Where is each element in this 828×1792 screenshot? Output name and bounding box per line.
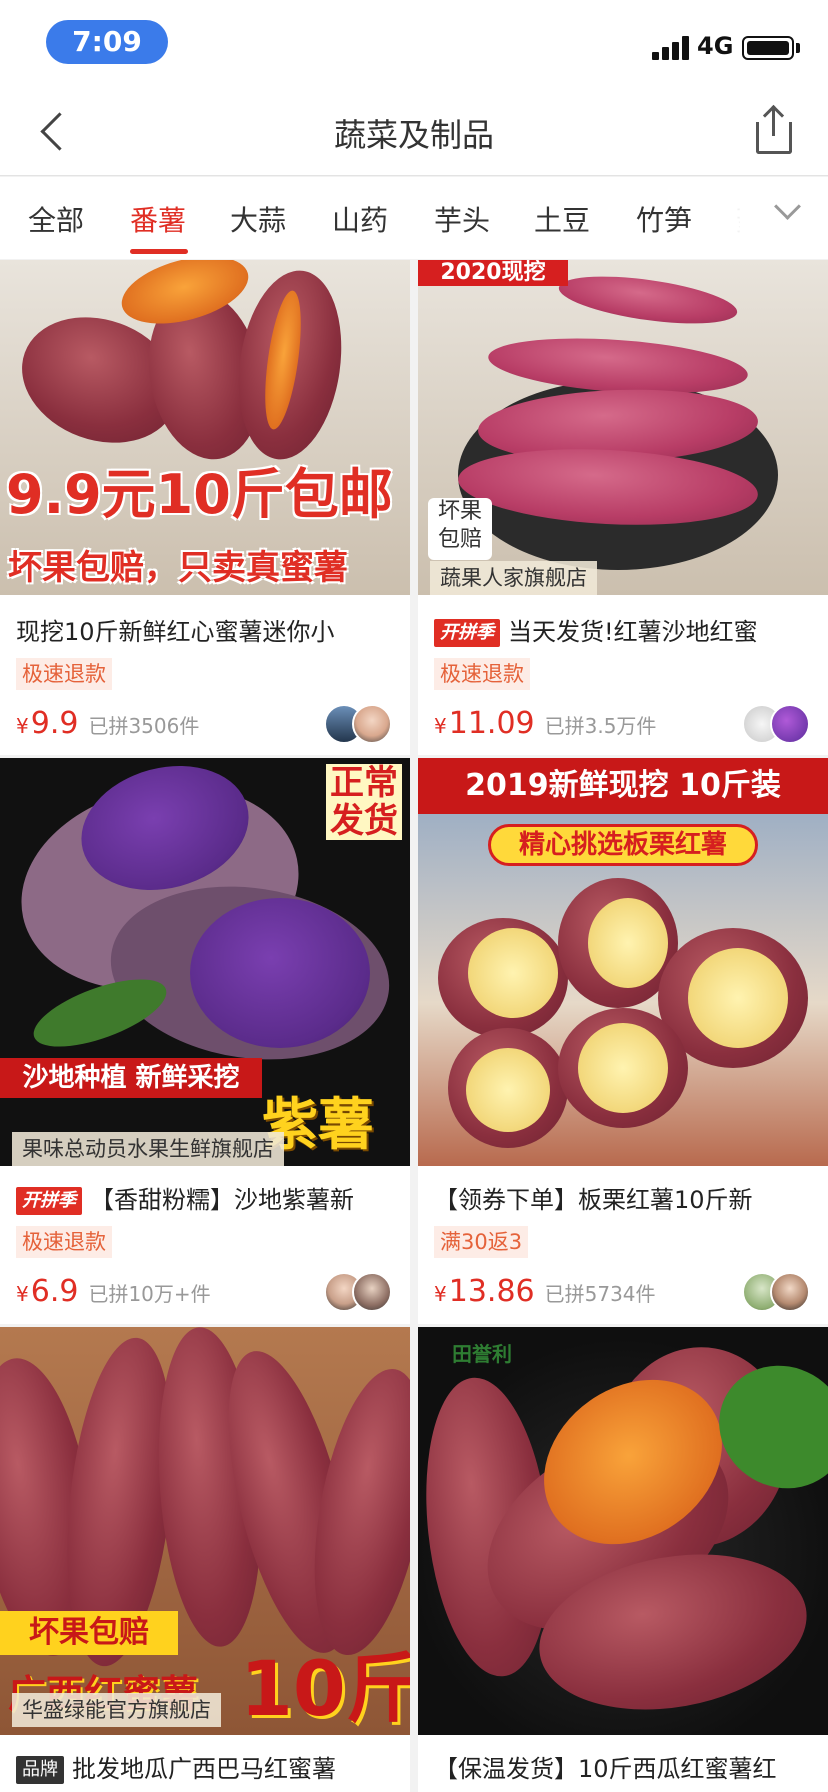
tab-all[interactable]: 全部 [28, 199, 84, 239]
tab-taro[interactable]: 芋头 [434, 199, 490, 239]
signal-icon [652, 36, 690, 60]
avatar [770, 1272, 810, 1312]
price: ¥13.86 [434, 1274, 535, 1309]
product-card[interactable]: 9.9元10斤包邮 坏果包赔，只卖真蜜薯 现挖10斤新鲜红心蜜薯迷你小 极速退款… [0, 260, 410, 755]
guarantee-chip: 坏果 包赔 [428, 498, 492, 560]
buyer-avatars [742, 704, 812, 744]
sold-count: 已拼5734件 [544, 1282, 656, 1306]
promo-tag: 极速退款 [16, 1226, 112, 1258]
product-image[interactable]: 2019新鲜现挖 10斤装 精心挑选板栗红薯 [418, 758, 828, 1166]
image-banner: 2020现挖 [418, 260, 568, 286]
price: ¥9.9 [16, 706, 79, 741]
product-card[interactable]: 2019新鲜现挖 10斤装 精心挑选板栗红薯 【领券下单】板栗红薯10斤新 满3… [418, 758, 828, 1324]
status-bar: 7:09 4G [0, 0, 828, 88]
price: ¥6.9 [16, 1274, 79, 1309]
buyer-avatars [324, 1272, 394, 1312]
brand-badge: 品牌 [16, 1756, 64, 1784]
buyer-avatars [742, 1272, 812, 1312]
tab-potato[interactable]: 土豆 [534, 199, 590, 239]
tab-garlic[interactable]: 大蒜 [230, 199, 286, 239]
tab-sweet-potato[interactable]: 番薯 [130, 199, 186, 239]
battery-tip [796, 43, 800, 53]
category-tabs: 全部 番薯 大蒜 山药 芋头 土豆 竹笋 菱 [0, 177, 828, 259]
avatar [352, 704, 392, 744]
pin-season-badge: 开拼季 [434, 619, 500, 647]
image-banner: 2019新鲜现挖 10斤装 [418, 758, 828, 814]
shop-tag: 华盛绿能官方旗舰店 [12, 1693, 221, 1727]
sold-count: 已拼3506件 [88, 714, 200, 738]
product-title[interactable]: 开拼季 【香甜粉糯】沙地紫薯新 [16, 1180, 406, 1215]
image-subline: 坏果包赔，只卖真蜜薯 [8, 548, 348, 588]
share-icon[interactable] [752, 106, 796, 158]
product-title[interactable]: 开拼季 当天发货!红薯沙地红蜜 [434, 612, 824, 647]
price: ¥11.09 [434, 706, 535, 741]
sold-count: 已拼3.5万件 [544, 714, 657, 738]
image-subline: 精心挑选板栗红薯 [488, 824, 758, 866]
battery-icon [742, 36, 794, 60]
product-image[interactable]: 2020现挖 坏果 包赔 蔬果人家旗舰店 [418, 260, 828, 595]
image-headline: 9.9元10斤包邮 [6, 463, 393, 526]
nav-bar: 蔬菜及制品 [0, 88, 828, 176]
product-card[interactable]: 正常 发货 沙地种植 新鲜采挖 紫薯 果味总动员水果生鲜旗舰店 开拼季 【香甜粉糯】… [0, 758, 410, 1324]
product-card[interactable]: 田誉利 【保温发货】10斤西瓜红蜜薯红 [418, 1327, 828, 1792]
product-card[interactable]: 坏果包赔 广西红蜜薯 10斤 华盛绿能官方旗舰店 品牌批发地瓜广西巴马红蜜薯 [0, 1327, 410, 1792]
product-image[interactable]: 坏果包赔 广西红蜜薯 10斤 华盛绿能官方旗舰店 [0, 1327, 410, 1735]
promo-tag: 极速退款 [16, 658, 112, 690]
product-image[interactable]: 正常 发货 沙地种植 新鲜采挖 紫薯 果味总动员水果生鲜旗舰店 [0, 758, 410, 1166]
page-title: 蔬菜及制品 [333, 116, 494, 154]
image-badge: 坏果包赔 [0, 1611, 178, 1655]
tab-yam[interactable]: 山药 [332, 199, 388, 239]
avatar [352, 1272, 392, 1312]
network-label: 4G [697, 32, 734, 60]
shop-tag: 果味总动员水果生鲜旗舰店 [12, 1132, 284, 1166]
promo-tag: 极速退款 [434, 658, 530, 690]
avatar [770, 704, 810, 744]
product-card[interactable]: 2020现挖 坏果 包赔 蔬果人家旗舰店 开拼季 当天发货!红薯沙地红蜜 极速退款 … [418, 260, 828, 755]
brand-logo: 田誉利 [452, 1342, 512, 1366]
sold-count: 已拼10万+件 [88, 1282, 211, 1306]
status-time[interactable]: 7:09 [46, 20, 168, 64]
shipping-banner: 正常 发货 [326, 764, 402, 840]
chevron-down-icon[interactable] [768, 191, 808, 231]
product-image[interactable]: 9.9元10斤包邮 坏果包赔，只卖真蜜薯 [0, 260, 410, 595]
pin-season-badge: 开拼季 [16, 1187, 82, 1215]
image-subline: 沙地种植 新鲜采挖 [0, 1058, 262, 1098]
price-row: ¥9.9 已拼3506件 [16, 706, 199, 741]
product-image[interactable]: 田誉利 [418, 1327, 828, 1735]
product-title[interactable]: 品牌 批发地瓜广西巴马红蜜薯 [16, 1749, 406, 1784]
tab-bamboo-shoot[interactable]: 竹笋 [636, 199, 692, 239]
price-row: ¥13.86 已拼5734件 [434, 1274, 656, 1309]
product-title[interactable]: 【保温发货】10斤西瓜红蜜薯红 [434, 1749, 824, 1784]
price-row: ¥6.9 已拼10万+件 [16, 1274, 211, 1309]
active-tab-indicator [130, 249, 188, 254]
buyer-avatars [324, 704, 394, 744]
promo-tag: 满30返3 [434, 1226, 529, 1258]
price-row: ¥11.09 已拼3.5万件 [434, 706, 656, 741]
shop-tag: 蔬果人家旗舰店 [430, 561, 597, 595]
product-title[interactable]: 【领券下单】板栗红薯10斤新 [434, 1180, 824, 1215]
image-headline: 10斤 [240, 1644, 410, 1733]
product-title[interactable]: 现挖10斤新鲜红心蜜薯迷你小 [16, 612, 406, 647]
